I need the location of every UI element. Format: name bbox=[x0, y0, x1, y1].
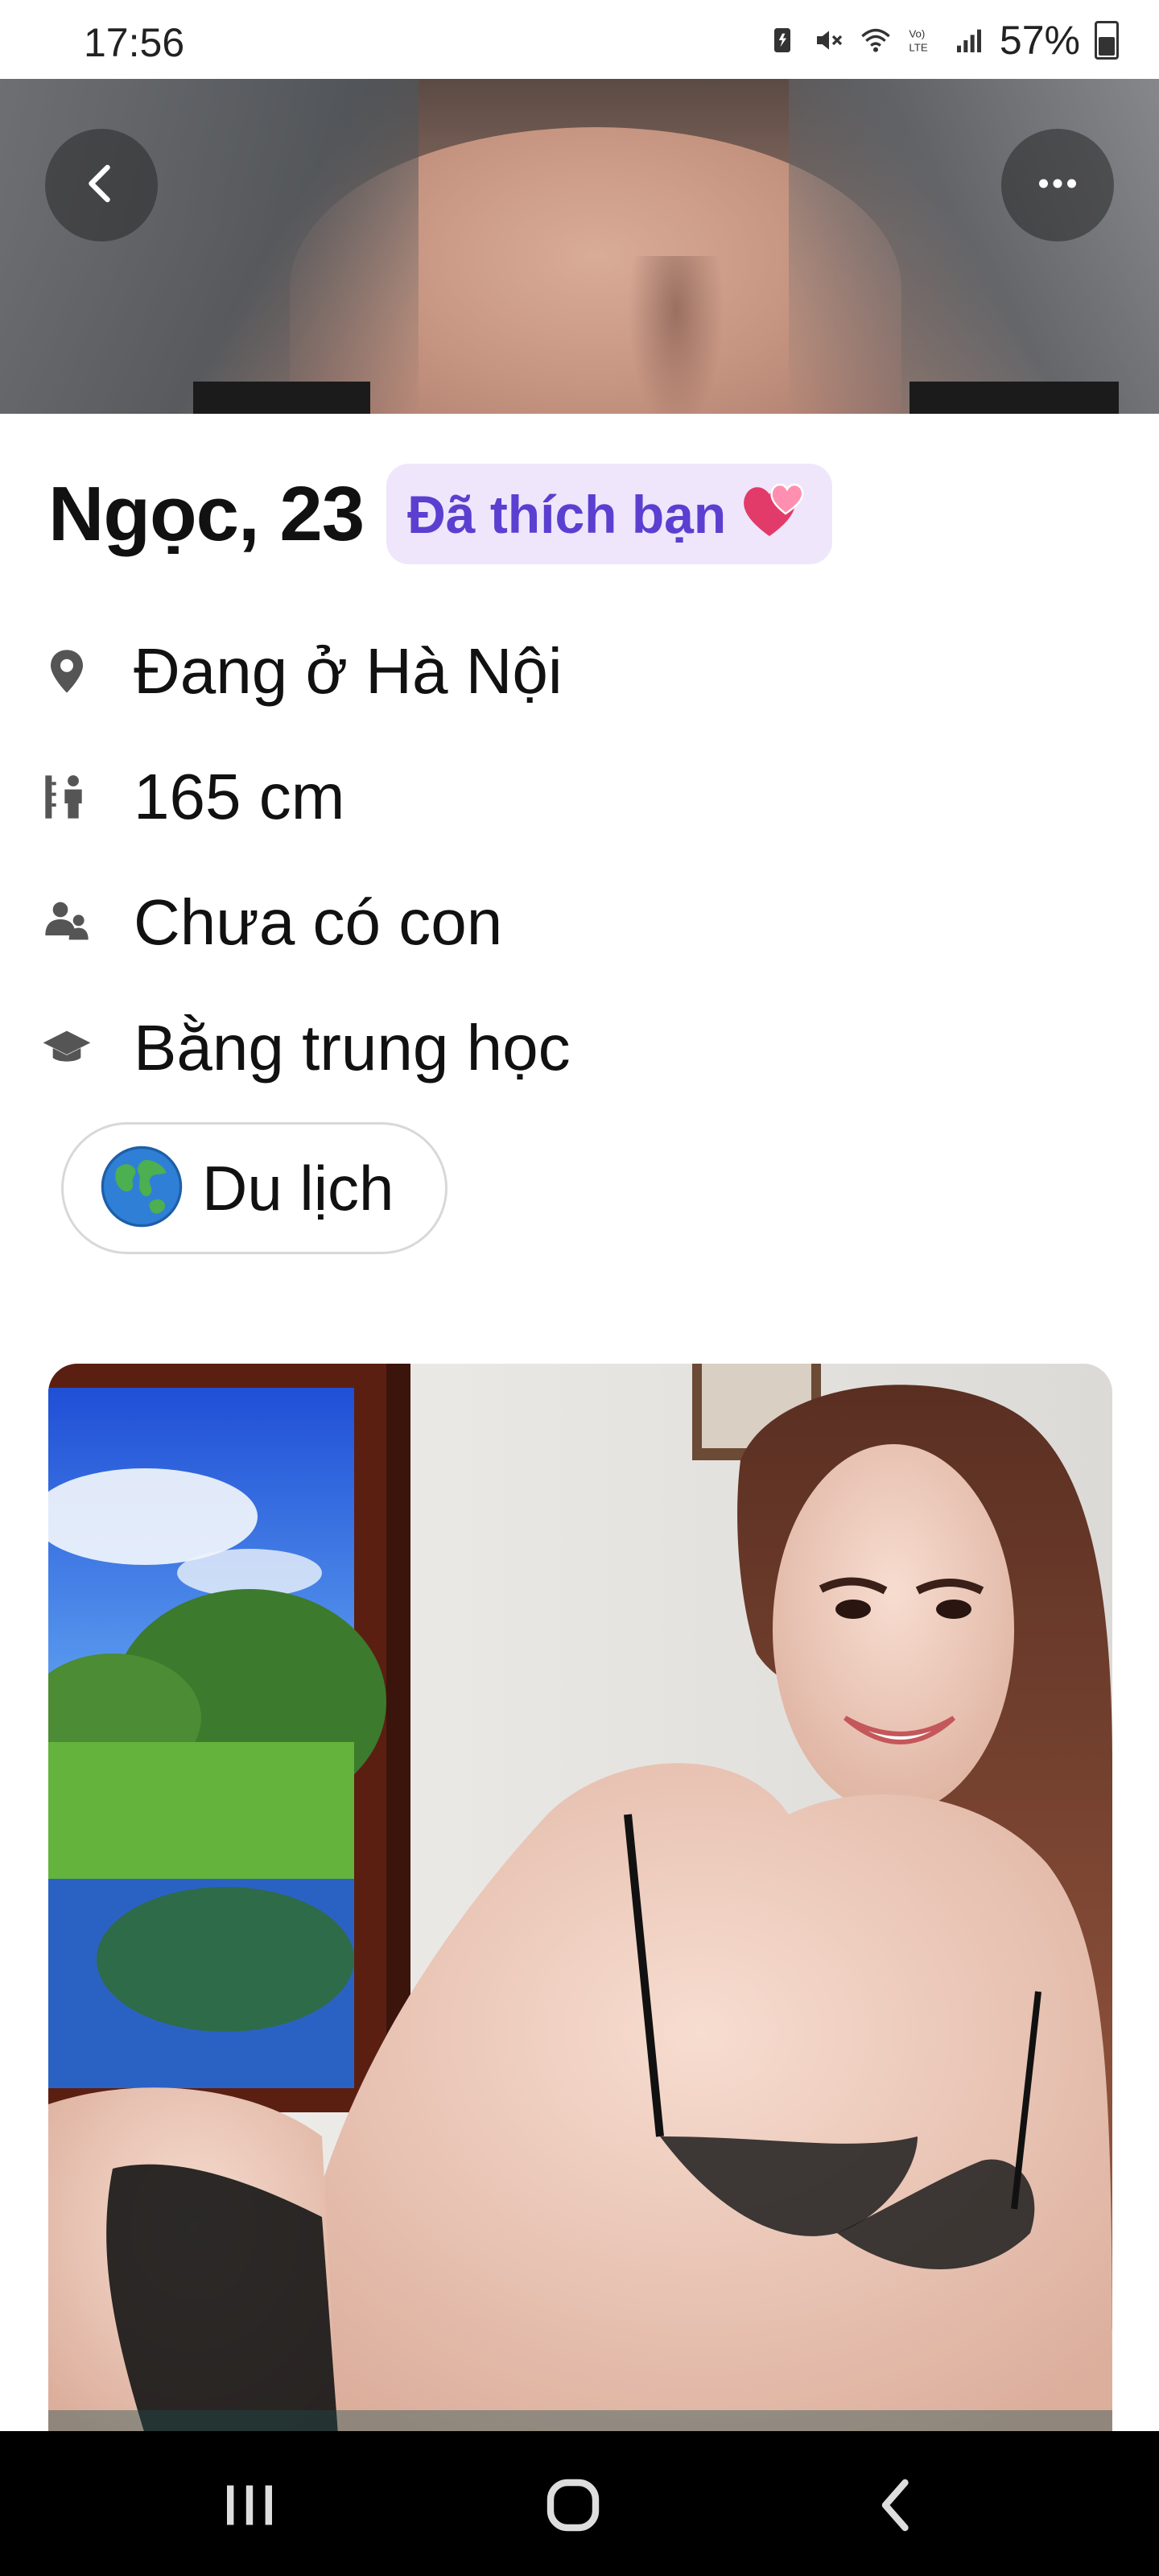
back-icon bbox=[863, 2471, 930, 2543]
signal-icon bbox=[953, 23, 985, 58]
more-horizontal-icon bbox=[1033, 159, 1082, 212]
info-location-text: Đang ở Hà Nội bbox=[134, 635, 563, 707]
interest-chip-travel[interactable]: Du lịch bbox=[61, 1122, 448, 1254]
interest-chip-label: Du lịch bbox=[202, 1152, 394, 1224]
photo-shadow bbox=[628, 256, 724, 414]
battery-percent: 57% bbox=[999, 18, 1080, 63]
photo-lace-right bbox=[909, 382, 1119, 414]
header-photo[interactable] bbox=[0, 79, 1159, 414]
location-pin-icon bbox=[39, 643, 95, 700]
status-icons: Vo) LTE 57% bbox=[766, 18, 1119, 63]
back-button[interactable] bbox=[45, 129, 158, 242]
status-time: 17:56 bbox=[84, 20, 185, 65]
photo-lace-left bbox=[193, 382, 370, 414]
height-icon bbox=[39, 769, 95, 825]
profile-name-age: Ngọc, 23 bbox=[48, 470, 365, 557]
info-education-text: Bằng trung học bbox=[134, 1012, 571, 1084]
more-options-button[interactable] bbox=[1001, 129, 1114, 242]
recent-apps-button[interactable] bbox=[201, 2467, 298, 2547]
mute-icon bbox=[813, 23, 845, 58]
recent-apps-icon bbox=[216, 2471, 283, 2543]
liked-you-badge: Đã thích bạn bbox=[386, 464, 833, 564]
home-button[interactable] bbox=[525, 2467, 621, 2547]
system-nav-bar bbox=[0, 2431, 1159, 2576]
profile-photo[interactable] bbox=[48, 1364, 1112, 2434]
name-row: Ngọc, 23 Đã thích bạn bbox=[48, 464, 833, 564]
svg-text:LTE: LTE bbox=[909, 41, 928, 53]
two-hearts-icon bbox=[737, 475, 811, 553]
profile-photo-image bbox=[48, 1364, 1112, 2434]
home-icon bbox=[539, 2471, 607, 2543]
chevron-left-icon bbox=[77, 159, 126, 212]
globe-icon bbox=[99, 1144, 184, 1233]
wifi-icon bbox=[860, 23, 892, 58]
liked-badge-label: Đã thích bạn bbox=[407, 484, 727, 544]
battery-saver-icon bbox=[766, 23, 798, 58]
svg-text:Vo): Vo) bbox=[909, 28, 925, 40]
info-row-height: 165 cm bbox=[39, 760, 344, 834]
info-row-children: Chưa có con bbox=[39, 886, 502, 960]
info-row-location: Đang ở Hà Nội bbox=[39, 634, 563, 708]
back-nav-button[interactable] bbox=[848, 2467, 945, 2547]
battery-icon bbox=[1095, 21, 1119, 60]
info-row-education: Bằng trung học bbox=[39, 1011, 571, 1085]
status-bar: 17:56 Vo) LTE 57% bbox=[0, 0, 1159, 79]
photo-jacket-right bbox=[789, 79, 1159, 414]
info-children-text: Chưa có con bbox=[134, 886, 503, 958]
photo-jacket-left bbox=[0, 79, 419, 414]
children-icon bbox=[39, 894, 95, 951]
volte-icon: Vo) LTE bbox=[906, 23, 938, 58]
info-height-text: 165 cm bbox=[134, 761, 345, 832]
graduation-cap-icon bbox=[39, 1020, 95, 1076]
